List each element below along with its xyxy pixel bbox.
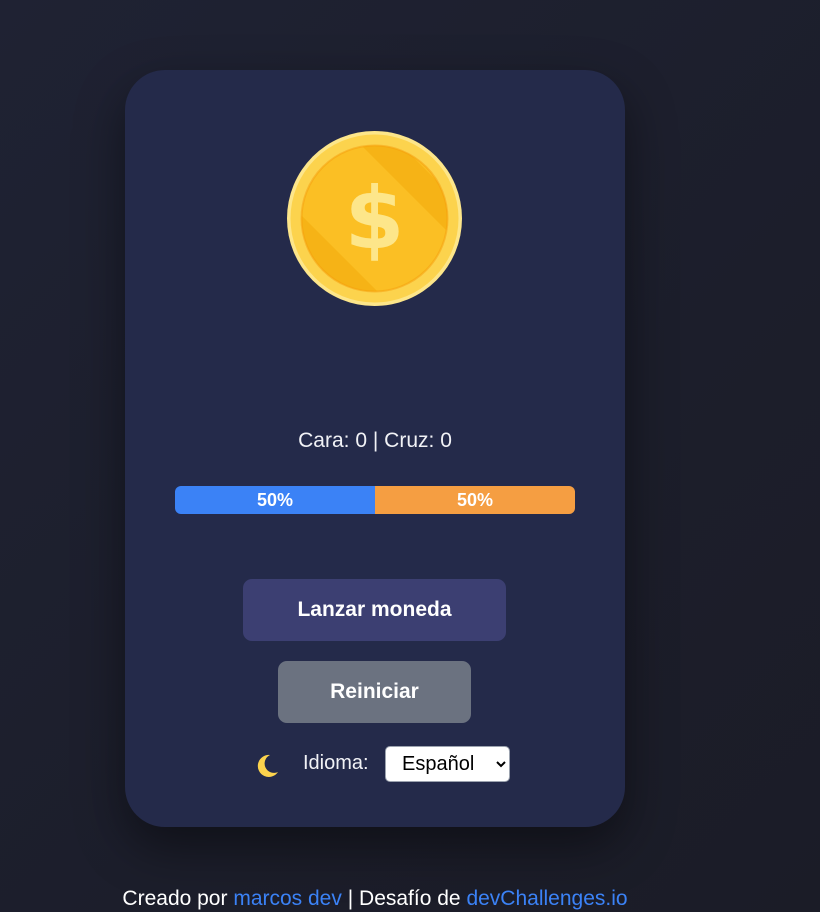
flip-coin-button[interactable]: Lanzar moneda (243, 579, 506, 641)
heads-percent-bar: 50% (175, 486, 375, 514)
footer: Creado por marcos dev | Desafío de devCh… (0, 887, 750, 911)
coin-flip-card: $ Cara: 0 | Cruz: 0 50% 50% Lanzar moned… (125, 70, 625, 827)
tails-label: Cruz (384, 429, 429, 452)
language-label: Idioma: (303, 752, 369, 774)
heads-count: 0 (355, 429, 368, 452)
coin[interactable]: $ (287, 131, 462, 306)
tails-count: 0 (440, 429, 452, 452)
moon-icon[interactable] (251, 751, 281, 781)
score-display: Cara: 0 | Cruz: 0 (298, 429, 452, 452)
devchallenges-link[interactable]: devChallenges.io (466, 887, 627, 910)
footer-separator: | (347, 887, 354, 910)
heads-label: Cara (298, 429, 344, 452)
reset-button[interactable]: Reiniciar (278, 661, 471, 723)
author-link[interactable]: marcos dev (233, 887, 342, 910)
dollar-symbol: $ (345, 169, 405, 269)
probability-bar: 50% 50% (175, 486, 575, 514)
footer-challenge-text: Desafío de (359, 887, 461, 910)
language-select[interactable]: Español (385, 746, 510, 782)
tails-percent-bar: 50% (375, 486, 575, 514)
footer-created-by: Creado por (122, 887, 228, 910)
dollar-coin-icon: $ (287, 131, 462, 306)
settings-row: Idioma: Español (125, 746, 625, 782)
